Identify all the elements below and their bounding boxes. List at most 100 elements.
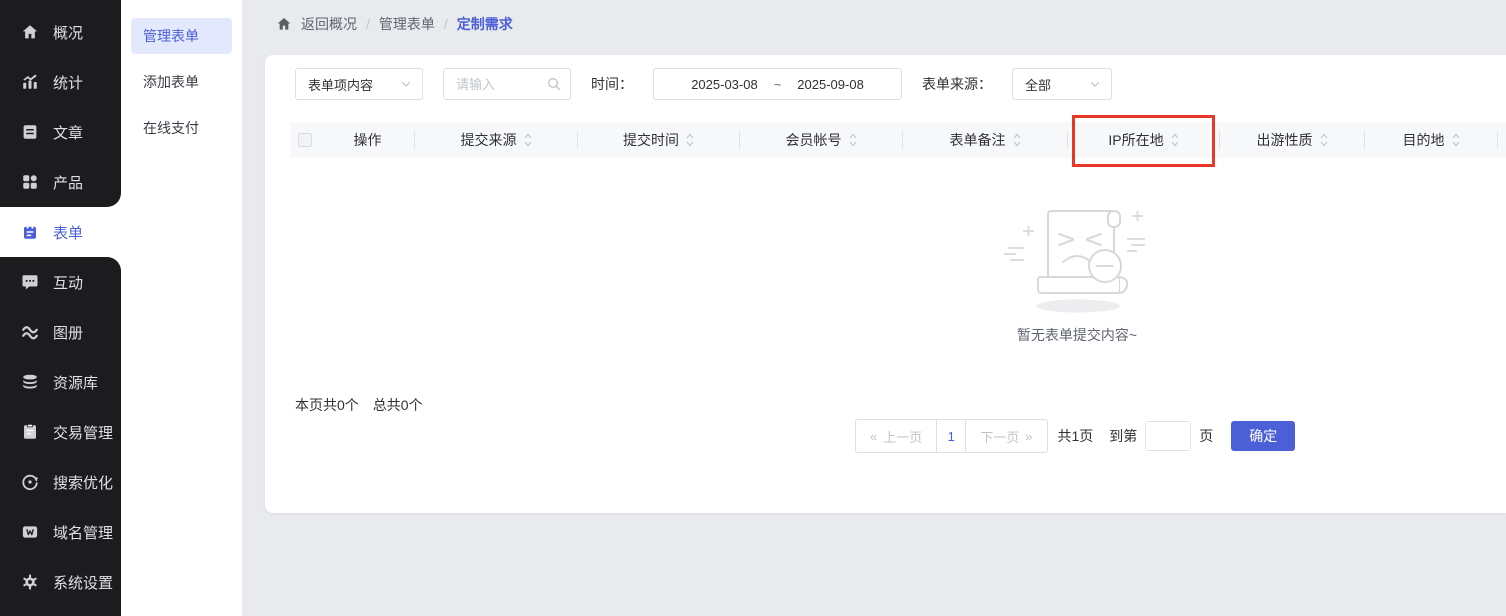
sidebar-item-overview[interactable]: 概况 [0, 7, 121, 57]
pagination-button-group: « 上一页 1 下一页 » [855, 419, 1048, 453]
column-header-form-note[interactable]: 表单备注 [903, 122, 1068, 158]
select-all-checkbox[interactable] [298, 133, 312, 147]
sidebar-item-interaction[interactable]: 互动 [0, 257, 121, 307]
keyword-search [443, 68, 571, 100]
sidebar-item-label: 概况 [53, 24, 84, 42]
sidebar-item-albums[interactable]: 图册 [0, 307, 121, 357]
column-label: 操作 [353, 132, 382, 148]
table-header-row: 操作 提交来源 提交时间 会员帐号 表单备注 IP所在地 出游性质 目的地 [290, 122, 1506, 158]
breadcrumb-separator: / [366, 16, 370, 32]
page-number-current[interactable]: 1 [936, 420, 967, 452]
date-range-end: 2025-09-08 [797, 76, 864, 92]
sort-icon[interactable] [685, 132, 695, 148]
form-source-select[interactable]: 全部 [1012, 68, 1112, 100]
column-label: 提交来源 [460, 132, 517, 148]
album-icon [21, 323, 39, 341]
source-filter-label: 表单来源： [922, 76, 992, 92]
search-icon [546, 76, 562, 92]
sidebar-item-library[interactable]: 资源库 [0, 357, 121, 407]
sidebar-item-seo[interactable]: 搜索优化 [0, 457, 121, 507]
main-area: 返回概况 / 管理表单 / 定制需求 表单项内容 时间： 2025-03-08 [242, 0, 1506, 616]
sidebar-item-label: 互动 [53, 274, 84, 292]
sidebar-item-forms[interactable]: 表单 [0, 207, 121, 257]
breadcrumb: 返回概况 / 管理表单 / 定制需求 [276, 14, 513, 34]
column-header-destination[interactable]: 目的地 [1365, 122, 1498, 158]
column-header-submit-time[interactable]: 提交时间 [578, 122, 740, 158]
empty-state-message: 暂无表单提交内容~ [1016, 327, 1138, 343]
column-label: 提交时间 [623, 132, 679, 148]
submenu-item-label: 管理表单 [143, 28, 199, 44]
sidebar-items: 概况 统计 文章 产品 表单 互动 图册 资源库 交易管理 搜索优化 域名管理 … [0, 7, 121, 607]
sidebar-item-stats[interactable]: 统计 [0, 57, 121, 107]
sidebar-item-label: 文章 [53, 124, 84, 142]
column-header-ip-location[interactable]: IP所在地 [1068, 122, 1220, 158]
chevron-down-icon [1089, 78, 1101, 90]
sort-icon[interactable] [523, 132, 533, 148]
breadcrumb-separator: / [443, 16, 448, 32]
sort-icon[interactable] [1170, 132, 1180, 148]
trade-icon [21, 423, 39, 441]
sidebar-item-domains[interactable]: 域名管理 [0, 507, 121, 557]
column-label: 出游性质 [1256, 132, 1313, 148]
goto-page-input[interactable] [1145, 421, 1192, 451]
sidebar-item-products[interactable]: 产品 [0, 157, 121, 207]
double-chevron-right-icon: » [1025, 428, 1033, 444]
sort-icon[interactable] [848, 132, 858, 148]
sort-icon[interactable] [1319, 132, 1329, 148]
total-count-text: 总共0个 [372, 397, 423, 413]
prev-page-button[interactable]: « 上一页 [856, 420, 936, 452]
column-header-member-account[interactable]: 会员帐号 [740, 122, 903, 158]
date-range-separator: ~ [773, 76, 782, 92]
result-summary: 本页共0个 总共0个 [295, 395, 423, 415]
sidebar-item-transactions[interactable]: 交易管理 [0, 407, 121, 457]
sidebar-item-label: 产品 [53, 174, 84, 192]
sort-icon[interactable] [1451, 132, 1461, 148]
form-source-select-value: 全部 [1025, 77, 1052, 93]
next-page-button[interactable]: 下一页 » [966, 420, 1046, 452]
seo-icon [21, 473, 39, 491]
column-header-travel-type[interactable]: 出游性质 [1220, 122, 1365, 158]
sidebar-item-label: 资源库 [53, 374, 99, 392]
sidebar-item-label: 搜索优化 [53, 474, 114, 492]
empty-state-illustration [1004, 210, 1145, 313]
sidebar-item-label: 表单 [53, 224, 84, 242]
date-range-picker[interactable]: 2025-03-08 ~ 2025-09-08 [653, 68, 902, 100]
time-filter-label: 时间： [591, 76, 633, 92]
settings-icon [21, 573, 39, 591]
database-icon [21, 373, 39, 391]
breadcrumb-home-icon[interactable] [276, 16, 292, 32]
column-header-action: 操作 [320, 122, 415, 158]
column-label: 表单备注 [949, 132, 1006, 148]
sidebar-item-articles[interactable]: 文章 [0, 107, 121, 157]
form-field-select-value: 表单项内容 [308, 77, 374, 93]
table-header-checkbox-cell [290, 122, 320, 158]
stats-icon [21, 73, 39, 91]
confirm-button[interactable]: 确定 [1231, 421, 1296, 451]
submenu-item-add-form[interactable]: 添加表单 [121, 64, 242, 100]
article-icon [21, 123, 39, 141]
chevron-down-icon [400, 78, 412, 90]
breadcrumb-manage-forms[interactable]: 管理表单 [379, 14, 435, 34]
pagination: « 上一页 1 下一页 » 共1页 到第 页 确定 [855, 419, 1296, 453]
breadcrumb-back-overview[interactable]: 返回概况 [301, 14, 357, 34]
breadcrumb-current-page: 定制需求 [456, 16, 513, 32]
sidebar-item-settings[interactable]: 系统设置 [0, 557, 121, 607]
column-label: 目的地 [1402, 132, 1445, 148]
column-label: IP所在地 [1108, 132, 1164, 148]
primary-sidebar: 概况 统计 文章 产品 表单 互动 图册 资源库 交易管理 搜索优化 域名管理 … [0, 0, 121, 616]
total-pages-text: 共1页 [1057, 428, 1094, 444]
empty-state: 暂无表单提交内容~ [997, 203, 1157, 345]
column-header-submit-source[interactable]: 提交来源 [415, 122, 578, 158]
chat-icon [21, 273, 39, 291]
double-chevron-left-icon: « [870, 428, 878, 444]
form-field-select[interactable]: 表单项内容 [295, 68, 423, 100]
sort-icon[interactable] [1012, 132, 1022, 148]
sidebar-item-label: 统计 [53, 74, 84, 92]
goto-page-label: 到第 [1109, 428, 1138, 444]
sidebar-item-label: 系统设置 [53, 574, 114, 592]
product-grid-icon [21, 173, 39, 191]
submenu-item-online-payment[interactable]: 在线支付 [121, 110, 242, 146]
domain-icon [21, 523, 39, 541]
submenu-item-manage-forms[interactable]: 管理表单 [131, 18, 232, 54]
sidebar-item-label: 图册 [53, 324, 84, 342]
